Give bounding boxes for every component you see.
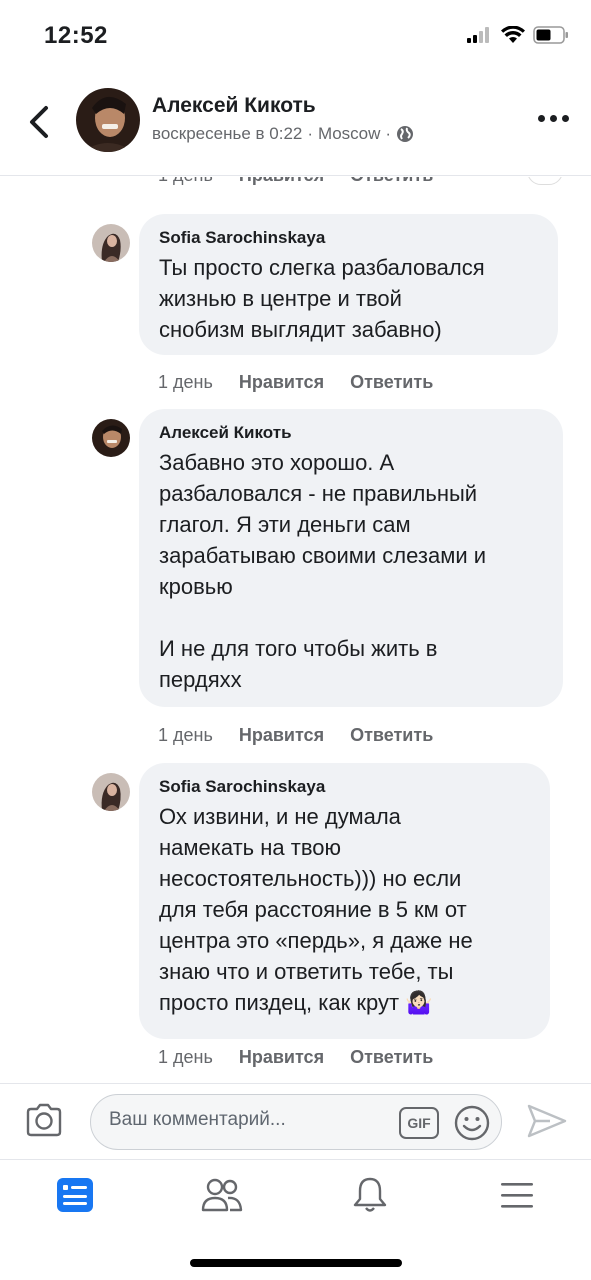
comment-author[interactable]: Sofia Sarochinskaya [159, 228, 538, 248]
comment-time: 1 день [158, 177, 213, 186]
comment-time: 1 день [158, 372, 213, 392]
commenter-avatar[interactable] [92, 224, 130, 262]
comment-bubble[interactable]: Sofia Sarochinskaya Ох извини, и не дума… [139, 763, 550, 1039]
more-options-icon[interactable] [535, 106, 571, 130]
partial-comment-actions: 1 день Нравится Ответить [158, 177, 433, 186]
home-indicator[interactable] [190, 1259, 402, 1267]
reply-link[interactable]: Ответить [350, 177, 433, 186]
like-link[interactable]: Нравится [239, 177, 324, 186]
comment-actions: 1 день Нравится Ответить [158, 372, 433, 393]
like-link[interactable]: Нравится [239, 725, 324, 746]
commenter-avatar[interactable] [92, 773, 130, 811]
reaction-badge[interactable] [527, 177, 563, 185]
battery-icon [533, 26, 568, 44]
reply-link[interactable]: Ответить [350, 372, 433, 393]
reply-link[interactable]: Ответить [350, 725, 433, 746]
comment-text: Ох извини, и не думала намекать на твою … [159, 804, 473, 1015]
comment-time: 1 день [158, 1047, 213, 1067]
comment-author[interactable]: Алексей Кикоть [159, 423, 543, 443]
meta-separator-2: · [385, 124, 392, 143]
post-location[interactable]: Moscow [318, 124, 380, 144]
status-time: 12:52 [44, 22, 108, 49]
comment-input-box: GIF [90, 1094, 502, 1150]
tab-notifications[interactable] [345, 1170, 395, 1220]
signal-icon [467, 27, 489, 43]
comment-text: Ты просто слегка разбаловался жизнью в ц… [159, 255, 485, 342]
comment-bubble[interactable]: Sofia Sarochinskaya Ты просто слегка раз… [139, 214, 558, 355]
wifi-icon [501, 26, 525, 43]
tab-friends[interactable] [197, 1170, 247, 1220]
camera-icon[interactable] [24, 1102, 64, 1138]
post-header: Алексей Кикоть воскресенье в 0:22 · Mosc… [0, 70, 591, 176]
bottom-tab-bar [0, 1159, 591, 1229]
reply-link[interactable]: Ответить [350, 1047, 433, 1068]
tab-news-feed[interactable] [50, 1170, 100, 1220]
author-name[interactable]: Алексей Кикоть [152, 94, 316, 118]
menu-icon [501, 1183, 533, 1208]
like-link[interactable]: Нравится [239, 372, 324, 393]
comment-text: Забавно это хорошо. А разбаловался - не … [159, 450, 487, 692]
gif-button[interactable]: GIF [399, 1107, 439, 1139]
globe-icon [397, 126, 414, 142]
comment-actions: 1 день Нравится Ответить [158, 725, 433, 746]
comment-actions: 1 день Нравится Ответить [158, 1047, 433, 1068]
back-arrow-icon[interactable] [22, 100, 58, 144]
comment-composer: GIF [0, 1083, 591, 1159]
tab-menu[interactable] [492, 1170, 542, 1220]
bell-icon [353, 1177, 387, 1212]
status-icons [467, 26, 569, 44]
comment-time: 1 день [158, 725, 213, 745]
send-icon[interactable] [526, 1102, 568, 1140]
post-meta: воскресенье в 0:22 · Moscow · [152, 124, 414, 144]
comments-list: 1 день Нравится Ответить Sofia Sarochins… [0, 177, 591, 1083]
friends-icon [201, 1178, 243, 1212]
comment-input[interactable] [109, 1109, 379, 1131]
like-link[interactable]: Нравится [239, 1047, 324, 1068]
commenter-avatar[interactable] [92, 419, 130, 457]
post-date[interactable]: воскресенье в 0:22 [152, 124, 302, 144]
author-avatar[interactable] [76, 88, 140, 152]
meta-separator: · [307, 124, 314, 143]
emoji-icon[interactable] [453, 1104, 491, 1142]
status-bar: 12:52 [0, 0, 591, 70]
comment-bubble[interactable]: Алексей Кикоть Забавно это хорошо. А раз… [139, 409, 563, 707]
comment-author[interactable]: Sofia Sarochinskaya [159, 777, 530, 797]
news-feed-icon [57, 1178, 93, 1212]
